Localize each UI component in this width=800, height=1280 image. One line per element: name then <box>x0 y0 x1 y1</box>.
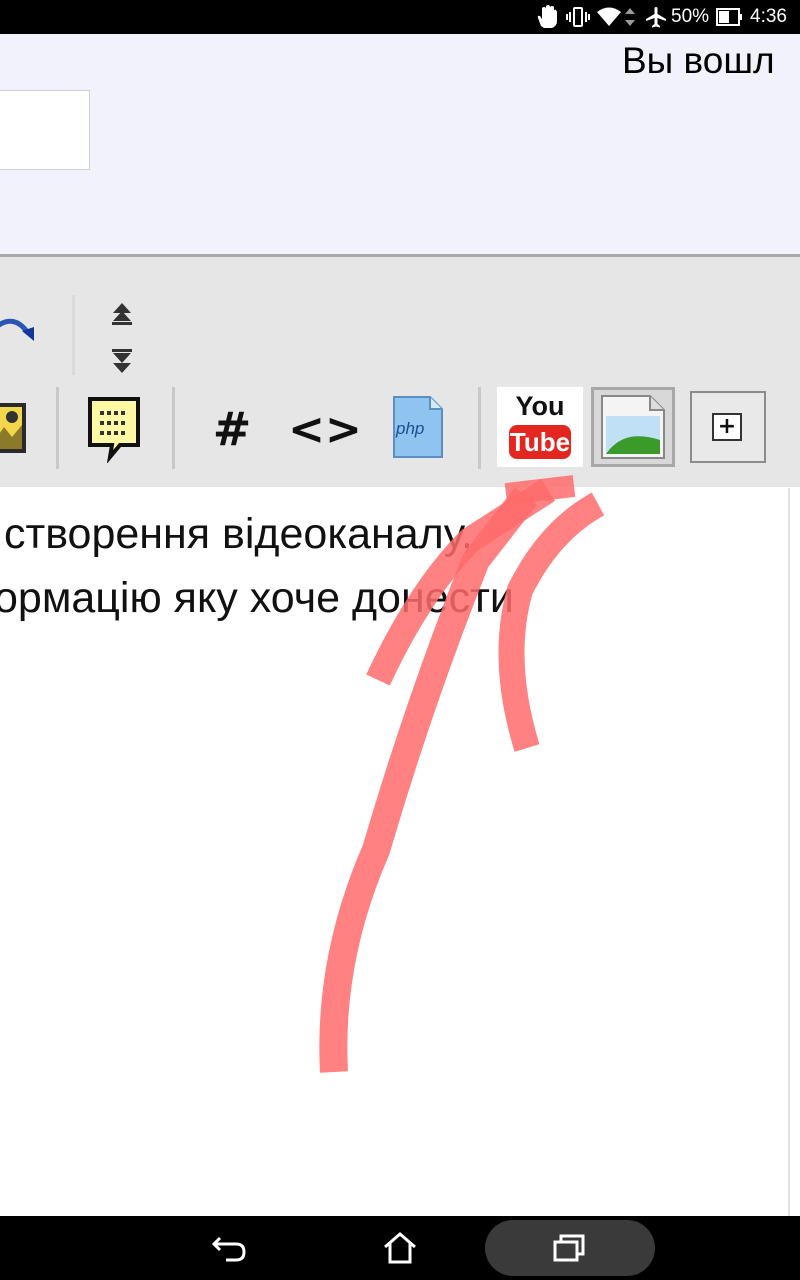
battery-percent: 50% <box>671 6 710 27</box>
clock: 4:36 <box>750 6 787 27</box>
recents-icon <box>550 1216 590 1280</box>
php-label: php <box>396 419 425 438</box>
insert-quote-icon[interactable] <box>84 393 144 464</box>
page-header: Вы вошл <box>0 34 800 257</box>
expand-down-icon[interactable] <box>108 347 136 375</box>
home-icon[interactable] <box>360 1216 440 1280</box>
collapse-up-icon[interactable] <box>108 301 136 327</box>
php-icon[interactable]: php <box>390 395 446 461</box>
data-transfer-icon <box>624 0 636 34</box>
add-more-button[interactable]: + <box>690 391 766 463</box>
login-status-text: Вы вошл <box>622 40 775 81</box>
search-input[interactable] <box>0 90 90 170</box>
redo-icon[interactable] <box>0 309 40 353</box>
editor-line-2: ормацію яку хоче донести <box>0 574 514 622</box>
hand-touch-icon <box>534 0 560 34</box>
insert-image-icon[interactable] <box>0 397 30 459</box>
picture-icon[interactable] <box>591 387 675 467</box>
status-bar: 50% 4:36 <box>0 0 800 34</box>
add-more-icon: + <box>712 413 742 441</box>
recents-button[interactable] <box>485 1220 655 1276</box>
youtube-icon[interactable]: You Tube <box>497 387 583 467</box>
editor-line-1: створення відеоканалу, <box>4 510 473 558</box>
navigation-bar <box>0 1216 800 1280</box>
back-icon[interactable] <box>190 1216 270 1280</box>
code-icon[interactable]: <> <box>288 399 362 459</box>
editor-toolbar: # <> php You Tube + <box>0 257 800 487</box>
hashtag-icon[interactable]: # <box>206 399 258 459</box>
wifi-icon <box>596 0 622 34</box>
youtube-label-bottom: Tube <box>509 425 571 459</box>
text-editor[interactable]: створення відеоканалу, ормацію яку хоче … <box>0 488 790 1216</box>
airplane-icon <box>644 0 668 34</box>
youtube-label-top: You <box>515 391 565 421</box>
battery-icon <box>716 0 742 34</box>
vibrate-icon <box>566 0 590 34</box>
